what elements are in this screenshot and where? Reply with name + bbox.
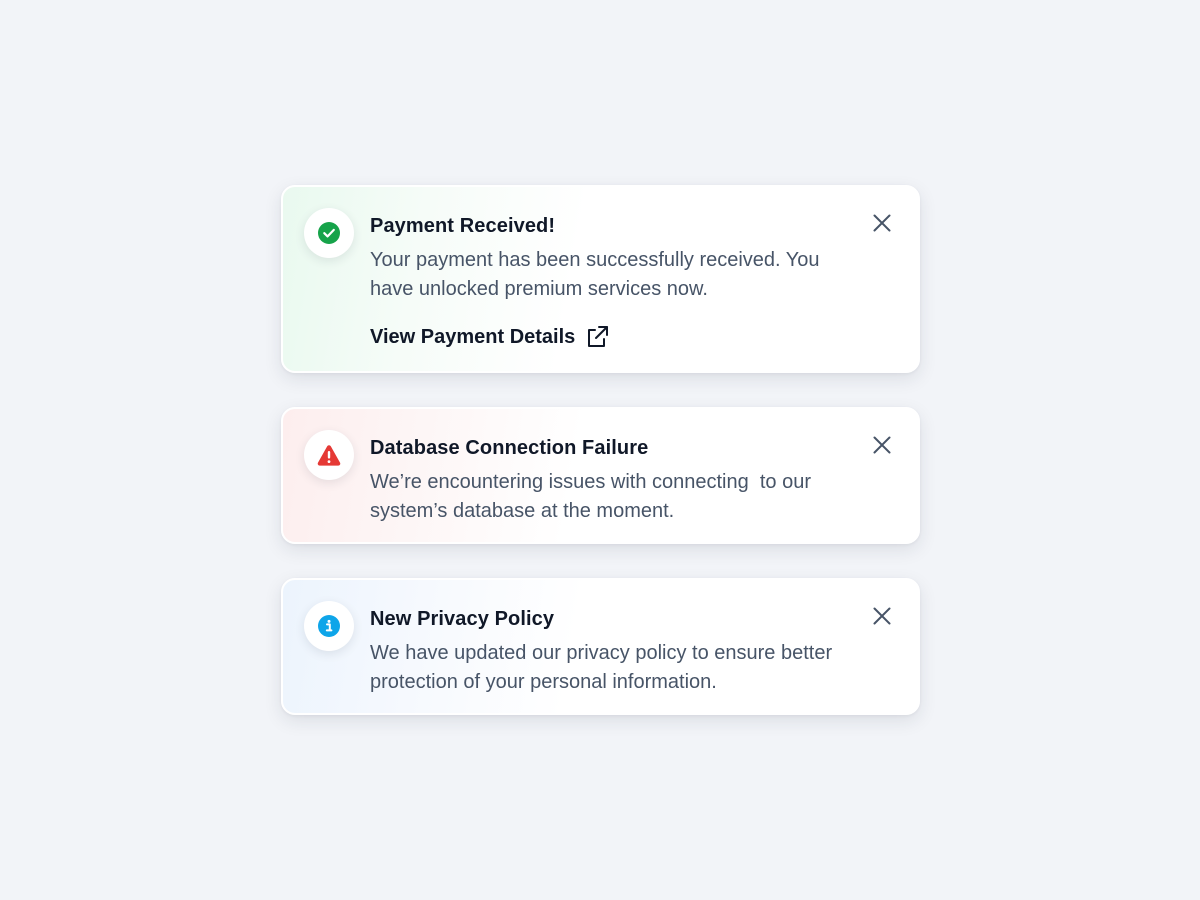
toast-payment-received: Payment Received! Your payment has been …: [281, 185, 920, 373]
close-icon: [873, 214, 891, 232]
close-button[interactable]: [870, 433, 894, 457]
toast-database-failure: Database Connection Failure We’re encoun…: [281, 407, 920, 544]
toast-title: New Privacy Policy: [370, 608, 555, 630]
toast-message: We’re encountering issues with connectin…: [370, 471, 817, 522]
check-circle-icon: [318, 222, 340, 244]
view-payment-details-label: View Payment Details: [370, 325, 576, 348]
external-link-icon: [585, 325, 609, 349]
close-icon: [873, 436, 891, 454]
toast-message: We have updated our privacy policy to en…: [370, 642, 833, 693]
toast-content: Payment Received! Your payment has been …: [370, 213, 850, 349]
status-badge: [304, 601, 354, 651]
toast-title: Database Connection Failure: [370, 437, 649, 459]
status-badge: [304, 430, 354, 480]
notification-stack: Payment Received! Your payment has been …: [281, 185, 920, 715]
close-button[interactable]: [870, 604, 894, 628]
view-payment-details-link[interactable]: View Payment Details: [370, 325, 609, 349]
toast-content: Database Connection Failure We’re encoun…: [370, 435, 850, 525]
close-icon: [873, 607, 891, 625]
close-button[interactable]: [870, 211, 894, 235]
toast-content: New Privacy Policy We have updated our p…: [370, 606, 850, 696]
warning-triangle-icon: [317, 445, 341, 466]
toast-title: Payment Received!: [370, 215, 556, 237]
status-badge: [304, 208, 354, 258]
toast-message: Your payment has been successfully recei…: [370, 249, 820, 300]
toast-privacy-policy: New Privacy Policy We have updated our p…: [281, 578, 920, 715]
info-circle-icon: [318, 615, 340, 637]
